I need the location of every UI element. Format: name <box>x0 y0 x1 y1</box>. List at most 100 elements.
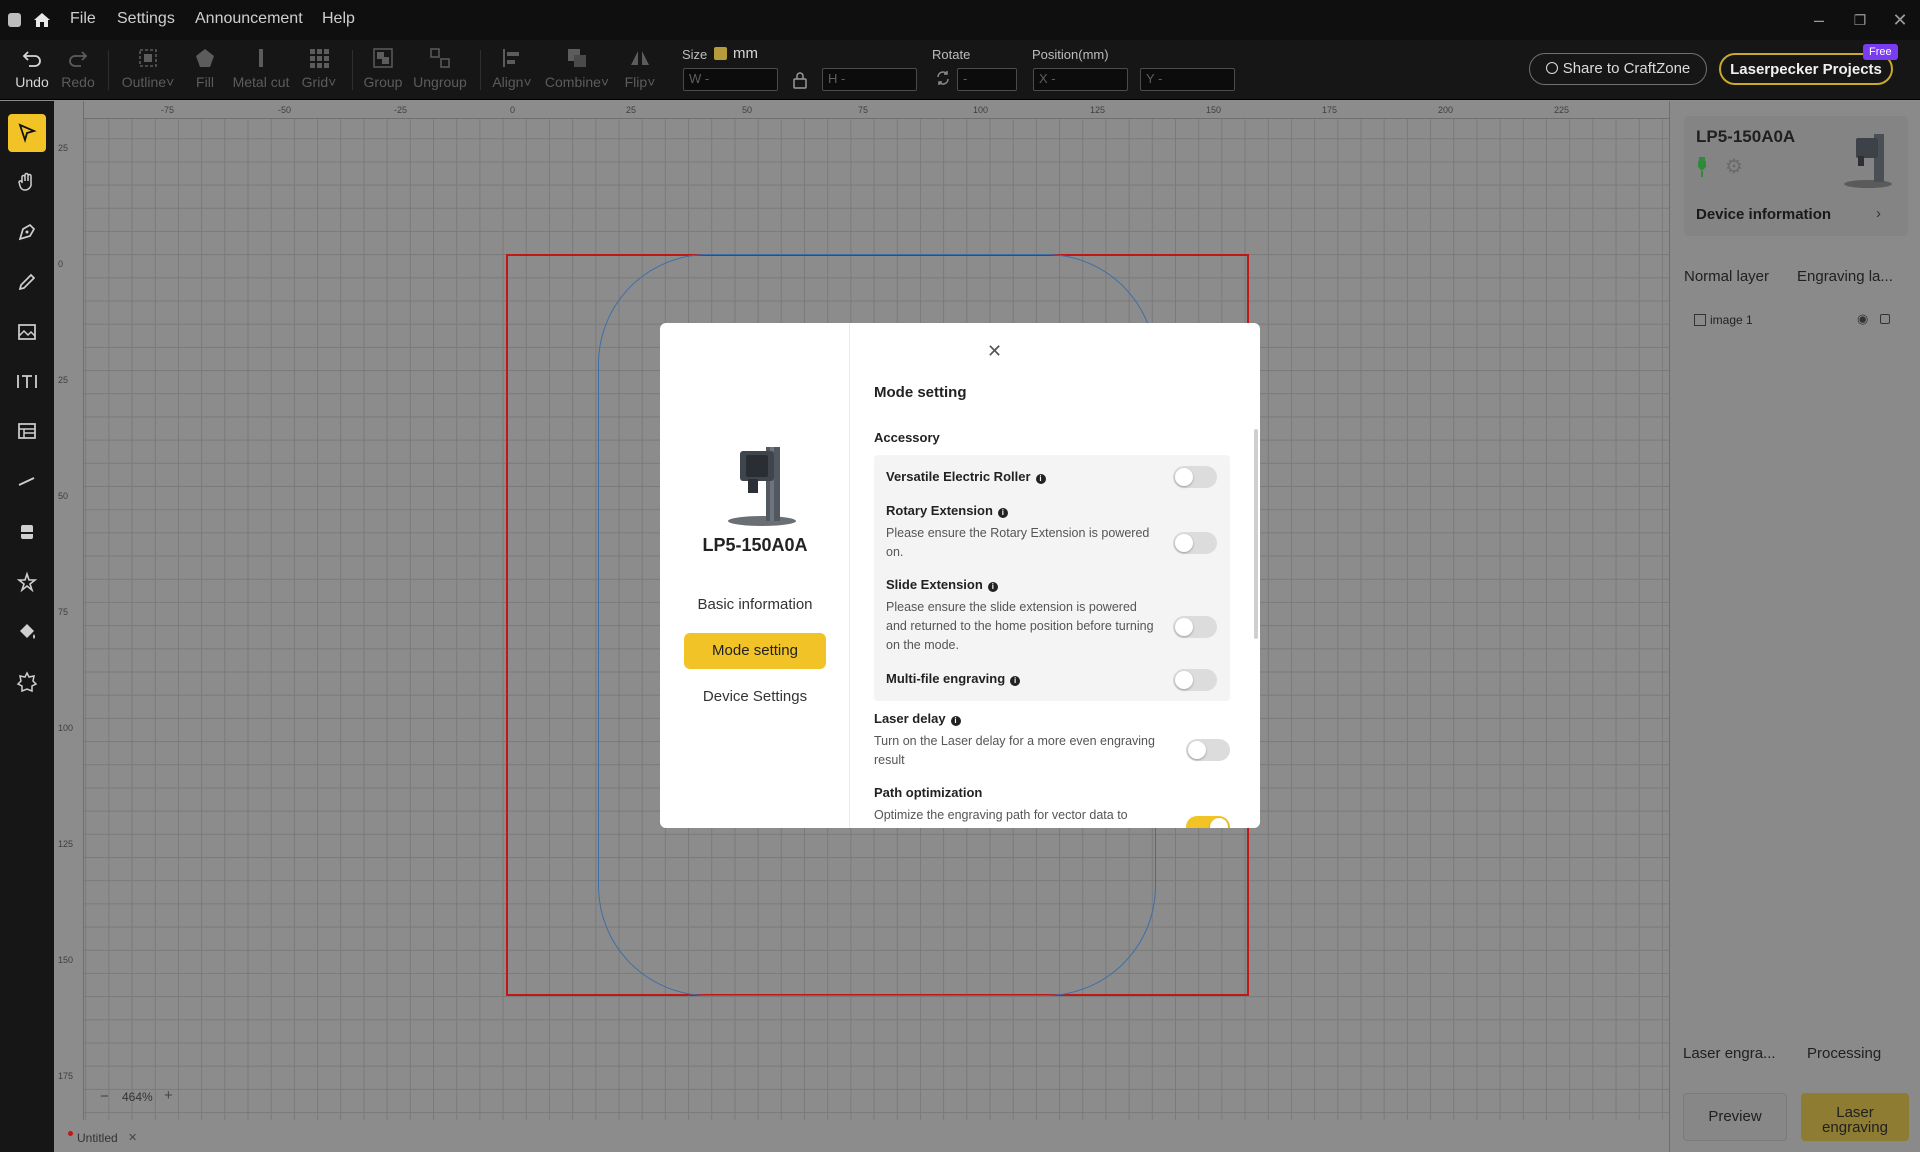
undo-button[interactable]: Undo <box>14 46 50 90</box>
menu-help[interactable]: Help <box>322 10 355 28</box>
dialog-scrollbar[interactable] <box>1254 429 1258 639</box>
rotate-input[interactable]: - <box>957 68 1017 91</box>
ruler-horizontal: -75 -50 -25 0 25 50 75 100 125 150 175 2… <box>54 101 1669 119</box>
close-window-icon[interactable]: ✕ <box>1889 9 1911 31</box>
pencil-icon <box>18 273 36 291</box>
combine-button[interactable]: Combine˅ <box>544 46 610 90</box>
pen-tool[interactable] <box>8 213 46 251</box>
tab-laser-engraving[interactable]: Laser engra... <box>1683 1045 1776 1062</box>
tab-engraving-layer[interactable]: Engraving la... <box>1797 268 1893 285</box>
share-to-craftzone-button[interactable]: Share to CraftZone <box>1529 53 1707 85</box>
star-shape-tool[interactable] <box>8 563 46 601</box>
zoom-out-icon[interactable]: − <box>100 1088 109 1105</box>
ruler-tick: -25 <box>394 105 408 115</box>
menu-announcement[interactable]: Announcement <box>195 10 303 28</box>
multi-file-engraving-toggle[interactable] <box>1173 669 1217 691</box>
document-tab[interactable]: Untitled <box>77 1131 118 1145</box>
text-tool[interactable] <box>8 363 46 401</box>
home-icon[interactable] <box>32 10 52 30</box>
laser-delay-toggle[interactable] <box>1186 739 1230 761</box>
rotary-extension-description: Please ensure the Rotary Extension is po… <box>886 526 1150 559</box>
close-tab-icon[interactable]: ✕ <box>128 1131 137 1144</box>
fill-button[interactable]: Fill <box>190 46 220 90</box>
pencil-tool[interactable] <box>8 263 46 301</box>
nav-mode-setting[interactable]: Mode setting <box>684 633 826 669</box>
menu-file[interactable]: File <box>70 10 96 28</box>
info-icon[interactable]: i <box>1010 676 1021 686</box>
ruler-tick: 150 <box>1206 105 1222 115</box>
ruler-tick: 125 <box>58 839 74 849</box>
shape-icon <box>21 525 33 539</box>
image-tool[interactable] <box>8 313 46 351</box>
shape-tool[interactable] <box>8 513 46 551</box>
versatile-electric-roller-toggle[interactable] <box>1173 466 1217 488</box>
y-input[interactable]: Y - <box>1140 68 1235 91</box>
zoom-in-icon[interactable]: + <box>164 1087 173 1104</box>
tab-processing[interactable]: Processing <box>1807 1045 1881 1062</box>
ungroup-button[interactable]: Ungroup <box>412 46 468 90</box>
info-icon[interactable]: i <box>987 582 998 592</box>
group-button[interactable]: Group <box>362 46 404 90</box>
menu-settings[interactable]: Settings <box>117 10 175 28</box>
device-information-link[interactable]: Device information <box>1696 206 1831 223</box>
line-tool[interactable] <box>8 463 46 501</box>
metal-cut-button[interactable]: Metal cut <box>230 46 292 90</box>
slide-extension-label: Slide Extension i <box>886 577 998 592</box>
laser-engraving-button[interactable]: Laser engraving <box>1801 1093 1909 1141</box>
material-tool[interactable] <box>8 663 46 701</box>
separator <box>352 50 353 90</box>
grid-button[interactable]: Grid˅ <box>298 46 340 90</box>
multi-file-engraving-label: Multi-file engraving i <box>886 671 1021 686</box>
unit-toggle-icon[interactable] <box>714 47 727 60</box>
ruler-vertical: 25 0 25 50 75 100 125 150 175 <box>54 101 84 1120</box>
width-input[interactable]: W - <box>683 68 778 91</box>
info-icon[interactable]: i <box>997 508 1008 518</box>
ruler-tick: 200 <box>1438 105 1454 115</box>
height-input[interactable]: H - <box>822 68 917 91</box>
ungroup-label: Ungroup <box>413 74 467 90</box>
rotary-extension-label: Rotary Extension i <box>886 503 1008 518</box>
table-tool[interactable] <box>8 413 46 451</box>
slide-extension-description: Please ensure the slide extension is pow… <box>886 600 1154 652</box>
layer-item-name[interactable]: image 1 <box>1710 313 1753 327</box>
align-button[interactable]: Align˅ <box>490 46 534 90</box>
select-tool[interactable] <box>8 114 46 152</box>
flip-button[interactable]: Flip˅ <box>622 46 658 90</box>
preview-button[interactable]: Preview <box>1683 1093 1787 1141</box>
chevron-right-icon[interactable]: › <box>1876 205 1881 222</box>
lock-icon[interactable] <box>1880 314 1890 324</box>
x-input[interactable]: X - <box>1033 68 1128 91</box>
lock-ratio-icon[interactable] <box>792 71 808 89</box>
image-layer-icon <box>1694 314 1706 326</box>
gear-icon[interactable]: ⚙ <box>1725 156 1747 178</box>
ruler-tick: 225 <box>1554 105 1570 115</box>
info-icon[interactable]: i <box>1035 474 1046 484</box>
outline-icon <box>139 49 157 67</box>
rotate-icon[interactable] <box>935 70 951 86</box>
info-icon[interactable]: i <box>950 716 961 726</box>
share-label: Share to CraftZone <box>1562 60 1691 77</box>
unsaved-dot <box>68 1131 73 1136</box>
close-icon[interactable]: ✕ <box>987 341 1002 362</box>
tab-normal-layer[interactable]: Normal layer <box>1684 268 1769 285</box>
unit-label[interactable]: mm <box>733 45 758 62</box>
nav-device-settings[interactable]: Device Settings <box>684 679 826 715</box>
nav-basic-information[interactable]: Basic information <box>684 587 826 623</box>
ruler-tick: 25 <box>58 143 69 153</box>
paint-bucket-tool[interactable] <box>8 613 46 651</box>
minimize-icon[interactable]: – <box>1808 9 1830 31</box>
rotary-extension-toggle[interactable] <box>1173 532 1217 554</box>
eye-icon[interactable]: ◉ <box>1857 311 1868 327</box>
path-optimization-toggle[interactable] <box>1186 816 1230 828</box>
line-icon <box>18 477 35 486</box>
hand-tool[interactable] <box>8 163 46 201</box>
slide-extension-toggle[interactable] <box>1173 616 1217 638</box>
restore-icon[interactable]: ❐ <box>1849 9 1871 31</box>
row-title-text: Multi-file engraving <box>886 671 1006 686</box>
text-icon <box>17 375 37 388</box>
laser-engraving-label: Laser engraving <box>1822 1104 1888 1136</box>
outline-button[interactable]: Outline˅ <box>118 46 178 90</box>
ruler-tick: -75 <box>161 105 175 115</box>
ruler-tick: 125 <box>1090 105 1106 115</box>
redo-button[interactable]: Redo <box>60 46 96 90</box>
